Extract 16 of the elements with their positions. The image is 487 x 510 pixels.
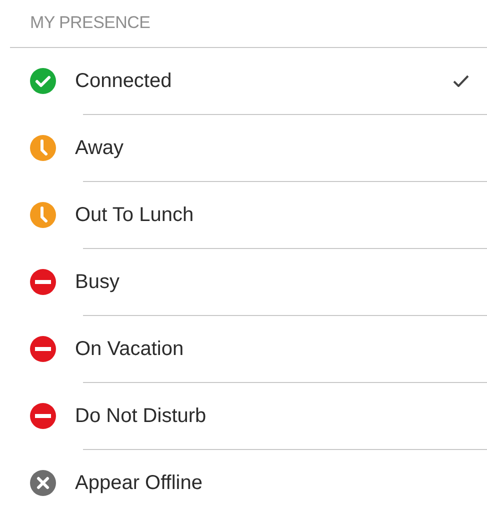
no-entry-icon [30, 336, 56, 362]
no-entry-icon [30, 403, 56, 429]
no-entry-icon [30, 269, 56, 295]
presence-option[interactable]: Do Not Disturb [0, 383, 487, 449]
x-circle-icon [30, 470, 56, 496]
presence-option[interactable]: Out To Lunch [0, 182, 487, 248]
check-circle-icon [30, 68, 56, 94]
clock-icon [30, 135, 56, 161]
presence-option[interactable]: Appear Offline [0, 450, 487, 510]
presence-option[interactable]: Away [0, 115, 487, 181]
section-title: MY PRESENCE [29, 12, 152, 33]
presence-option[interactable]: Busy [0, 249, 487, 315]
checkmark-icon [453, 75, 469, 87]
presence-option[interactable]: Connected [0, 48, 487, 114]
presence-option[interactable]: On Vacation [0, 316, 487, 382]
clock-icon [30, 202, 56, 228]
